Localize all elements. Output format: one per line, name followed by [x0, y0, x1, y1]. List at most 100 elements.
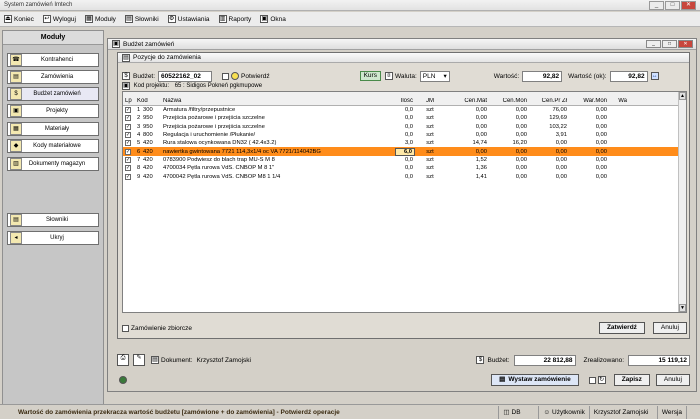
row-lp: ✓: [123, 140, 137, 147]
scroll-down-icon[interactable]: ▼: [679, 304, 686, 312]
row-checkbox[interactable]: ✓: [125, 140, 131, 147]
user-name-cell: Krzysztof Zamojski: [588, 405, 657, 419]
row-checkbox[interactable]: ✓: [125, 156, 131, 163]
sidebar-item-budzet[interactable]: $ Budżet zamówień: [7, 87, 99, 101]
vertical-scrollbar[interactable]: ▲ ▼: [678, 92, 686, 312]
row-cen-mat: 0,00: [475, 107, 487, 114]
row-ilosc: 0,0: [404, 107, 413, 114]
footer-budget-field: 22 812,88: [513, 354, 576, 366]
swap-icon[interactable]: ↔: [650, 72, 659, 80]
budget-label: Budżet:: [133, 72, 156, 80]
table-row[interactable]: ✓ 7 420 0783900 Podwiesz do blach trap MU-S…: [123, 156, 686, 164]
maximize-button[interactable]: □: [665, 1, 680, 10]
row-checkbox[interactable]: ✓: [125, 165, 131, 172]
dialog-cancel-button[interactable]: Anuluj: [652, 322, 687, 334]
menu-slowniki[interactable]: ▤ Słowniki: [124, 15, 159, 23]
col-war-mon[interactable]: War.Mon: [569, 98, 609, 104]
menu-koniec[interactable]: ⏏ Koniec: [4, 15, 34, 23]
confirm-button[interactable]: Zatwierdź: [598, 322, 645, 334]
status-message: Wartość do zamówienia przekracza wartość…: [18, 408, 340, 416]
sidebar-item-slowniki[interactable]: ▤ Słowniki: [7, 213, 99, 227]
col-jm[interactable]: JM: [415, 98, 445, 104]
value-label: Wartość:: [493, 72, 520, 80]
project-label: Kod projektu:: [133, 83, 170, 89]
col-wa[interactable]: Wa: [609, 98, 629, 104]
row-cen-pr: 0,00: [555, 173, 567, 180]
budget-window-footer: ⎙ ✎ ▤ Dokument: Krzysztof Zamojski $ Bud…: [117, 353, 690, 388]
contacts-icon: ☎: [10, 54, 22, 66]
table-row[interactable]: ✓ 4 800 Regulacja i uruchomienie /Płukanie/…: [123, 131, 686, 139]
sidebar-item-materialy[interactable]: ▦ Materiały: [7, 122, 99, 136]
confirm-checkbox[interactable]: [222, 72, 230, 80]
db-label: DB: [511, 408, 521, 416]
materials-icon: ▦: [10, 123, 22, 135]
dialog-bottom-bar: Zamówienie zbiorcze Zatwierdź Anuluj: [122, 321, 687, 335]
col-kod[interactable]: Kod: [137, 98, 163, 104]
table-row[interactable]: ✓ 8 420 4700034 Pętla rurowa VdS. CNBOP M 8…: [123, 164, 686, 172]
sidebar-item-kody[interactable]: ◆ Kody materiałowe: [7, 139, 99, 153]
row-ilosc: 0,0: [404, 156, 413, 163]
row-war-mon: 0,00: [595, 140, 607, 147]
refresh-icon[interactable]: ↻: [597, 376, 606, 384]
sidebar-item-kontrahenci[interactable]: ☎ Kontrahenci: [7, 53, 99, 67]
confirm-label: Potwierdź: [241, 72, 270, 80]
row-ilosc: 6,0: [395, 147, 415, 156]
window-minimize-button[interactable]: _: [646, 40, 661, 48]
menu-label: Słowniki: [134, 15, 159, 23]
table-row[interactable]: ✓ 2 950 Przejścia pożarowe i przejścia szcz…: [123, 114, 686, 122]
edit-icon[interactable]: ✎: [133, 354, 145, 366]
row-checkbox[interactable]: ✓: [125, 115, 131, 122]
zbiorcze-checkbox[interactable]: [122, 324, 129, 332]
user-label: Użytkownik: [552, 408, 585, 416]
dialog-title: ▤ Pozycje do zamówienia: [118, 53, 689, 63]
row-checkbox[interactable]: ✓: [125, 107, 131, 114]
sidebar-item-dokumenty[interactable]: ▥ Dokumenty magazyn: [7, 157, 99, 171]
close-button[interactable]: ✕: [681, 1, 696, 10]
menu-moduly[interactable]: ▦ Moduły: [84, 15, 116, 23]
row-lp: ✓: [123, 107, 137, 114]
menu-raporty[interactable]: ▥ Raporty: [218, 15, 251, 23]
status-icon: [119, 376, 127, 384]
currency-select[interactable]: PLN ▾: [419, 70, 450, 82]
user-icon: ☺: [543, 408, 551, 416]
col-lp[interactable]: Lp: [123, 98, 137, 104]
menu-ustawienia[interactable]: ⚙ Ustawiania: [167, 15, 210, 23]
printer-icon[interactable]: ⎙: [117, 354, 129, 366]
row-cen-pr: 103,22: [549, 123, 567, 130]
table-row[interactable]: ✓ 3 950 Przejścia pożarowe i przejścia szcz…: [123, 123, 686, 131]
row-checkbox[interactable]: ✓: [125, 148, 131, 155]
window-close-button[interactable]: ✕: [678, 40, 693, 48]
row-checkbox[interactable]: ✓: [125, 132, 131, 139]
col-ilosc[interactable]: Ilość: [395, 98, 415, 104]
table-row[interactable]: ✓ 5 420 Rura stalowa ocynkowana DN32 ( 42.4…: [123, 139, 686, 147]
row-checkbox[interactable]: ✓: [125, 173, 131, 180]
table-row[interactable]: ✓ 6 420 nawiertka gwintowana 7721 114,3x1/4…: [123, 147, 686, 156]
col-cen-pr[interactable]: Cen.Pr Zł: [529, 98, 569, 104]
row-cen-mon: 0,00: [515, 132, 527, 139]
table-row[interactable]: ✓ 1 300 Armatura /filtry/przepustnice 0,0 szt…: [123, 106, 686, 114]
minimize-button[interactable]: _: [649, 1, 664, 10]
row-kod: 420: [143, 165, 153, 172]
budget-field[interactable]: 60522162_02: [158, 70, 213, 82]
scroll-up-icon[interactable]: ▲: [679, 92, 686, 100]
menu-okna[interactable]: ▣ Okna: [260, 15, 286, 23]
cancel-button[interactable]: Anuluj: [655, 374, 690, 386]
sidebar-item-projekty[interactable]: ▣ Projekty: [7, 104, 99, 118]
menu-label: Okna: [270, 15, 286, 23]
menu-wyloguj[interactable]: ↩ Wyloguj: [42, 15, 76, 23]
sidebar-item-zamowienia[interactable]: ▤ Zamówienia: [7, 70, 99, 84]
issue-order-button[interactable]: ▤ Wystaw zamówienie: [491, 374, 579, 386]
sidebar-item-ukryj[interactable]: ◂ Ukryj: [7, 231, 99, 245]
window-maximize-button[interactable]: □: [662, 40, 677, 48]
col-cen-mat[interactable]: Cen.Mat: [445, 98, 489, 104]
col-cen-mon[interactable]: Cen.Mon: [489, 98, 529, 104]
table-row[interactable]: ✓ 9 420 4700042 Pętla rurowa VdS. CNBOP M8 …: [123, 172, 686, 180]
footer-row-1: ⎙ ✎ ▤ Dokument: Krzysztof Zamojski $ Bud…: [117, 353, 690, 367]
save-button[interactable]: Zapisz: [613, 374, 650, 386]
col-nazwa[interactable]: Nazwa: [163, 98, 395, 104]
value-ok-field: 92,82: [609, 70, 648, 82]
row-checkbox[interactable]: ✓: [125, 123, 131, 130]
kurs-button[interactable]: Kurs: [359, 71, 381, 81]
footer-checkbox[interactable]: [588, 376, 596, 384]
currency-label: Waluta:: [394, 72, 417, 80]
